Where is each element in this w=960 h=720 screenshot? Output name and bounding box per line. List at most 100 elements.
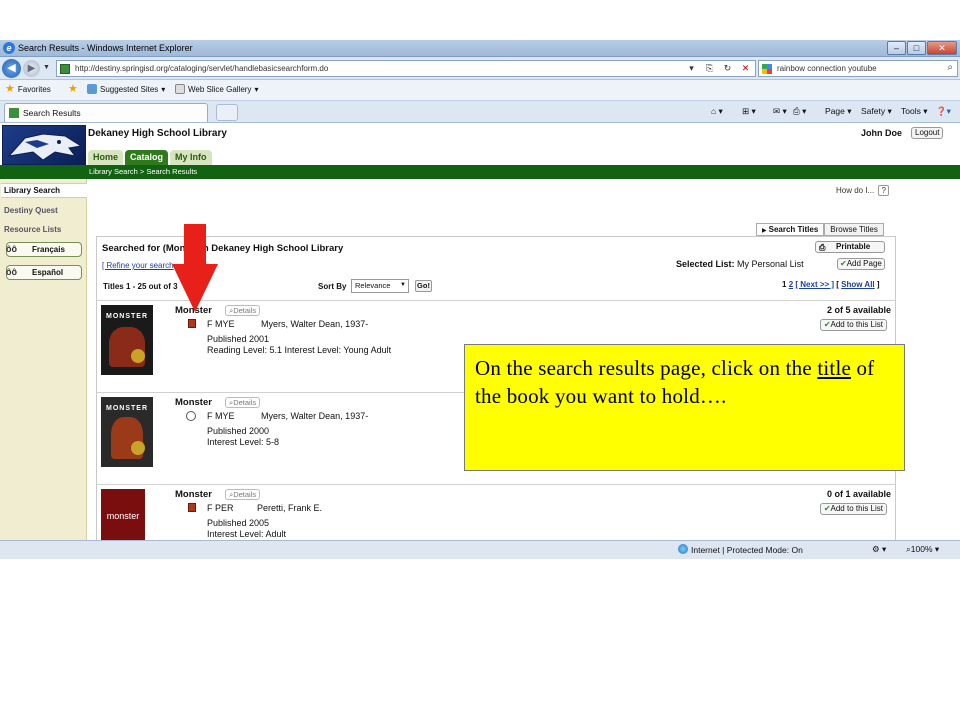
forward-button[interactable]: ▶ [23,60,40,77]
language-francais-button[interactable]: ôô Français [6,242,82,257]
safety-menu[interactable]: Safety ▾ [861,106,892,117]
tools-menu[interactable]: Tools ▾ [901,106,927,117]
availability: 2 of 5 available [826,305,891,315]
back-button[interactable]: ◀ [2,59,21,78]
school-logo [2,125,86,165]
refine-search-link[interactable]: [ Refine your search [102,261,174,270]
new-tab-button[interactable] [216,104,238,121]
help-icon[interactable]: ? [878,185,890,196]
minimize-icon[interactable]: – [887,41,906,55]
maximize-icon[interactable]: □ [907,41,926,55]
protected-mode-icon[interactable]: ⚙ ▾ [872,544,886,555]
sort-by-select[interactable]: Relevance [351,279,409,293]
add-to-list-button[interactable]: ✔Add to this List [819,319,887,331]
show-all-link[interactable]: Show All [841,280,874,289]
selected-list: Selected List: My Personal List [676,259,804,269]
sidebar-item-library-search[interactable]: Library Search [1,183,87,198]
add-favorite-icon: ★ [68,83,78,95]
user-name: John Doe [861,128,903,138]
address-bar[interactable]: http://destiny.springisd.org/cataloging/… [56,60,756,77]
reading-level: Reading Level: 5.1 Interest Level: Young… [207,345,392,355]
glasses-icon: ôô [6,244,17,254]
tab-search-titles[interactable]: Search Titles [756,223,825,236]
add-to-list-button[interactable]: ✔Add to this List [819,503,887,515]
tab-search-results[interactable]: Search Results [4,103,208,122]
book-format-icon [188,319,196,328]
address-dropdown-icon[interactable]: ▾ [684,62,699,75]
favorites-button[interactable]: ★ Favorites [5,84,51,95]
checkmark-icon: ✔ [840,259,847,268]
suggested-sites-link[interactable]: Suggested Sites ▾ [87,84,165,94]
next-page-link[interactable]: [ Next >> ] [795,280,834,289]
history-dropdown-icon[interactable]: ▼ [43,64,50,71]
details-button[interactable]: ⌕Details [225,397,261,408]
window-title-bar: e Search Results - Windows Internet Expl… [0,40,960,57]
search-view-tabs: Search Titles Browse Titles [756,223,884,236]
address-toolbar: ◀ ▶ ▼ http://destiny.springisd.org/catal… [0,57,960,80]
details-button[interactable]: ⌕Details [225,305,261,316]
search-box[interactable]: rainbow connection youtube ⌕ [758,60,958,77]
add-favorite-button[interactable]: ★ [68,83,78,95]
sidebar-item-resource-lists[interactable]: Resource Lists [4,225,61,234]
globe-icon [678,544,688,554]
print-icon[interactable]: ⎙ ▾ [793,106,806,117]
compatibility-view-icon[interactable]: ⎘ [702,62,717,75]
checkmark-icon: ✔ [823,320,831,329]
favorites-bar: ★ Favorites ★ Suggested Sites ▾ Web Slic… [0,80,960,101]
panther-logo-icon [7,133,83,161]
zoom-level[interactable]: ⌕100% ▾ [906,544,939,555]
help-icon[interactable]: ❓▾ [936,106,951,117]
author: Myers, Walter Dean, 1937- [261,411,369,421]
feeds-icon[interactable]: ⊞ ▾ [742,106,756,117]
glasses-icon: ôô [6,267,17,277]
sidebar: Library Search Destiny Quest Resource Li… [0,179,87,540]
language-espanol-button[interactable]: ôô Español [6,265,82,280]
stop-icon[interactable]: ✕ [738,62,753,75]
logout-button[interactable]: Logout [911,127,944,139]
refresh-icon[interactable]: ↻ [720,62,735,75]
tab-home[interactable]: Home [88,150,124,165]
searched-for-heading: Searched for (Moner) in Dekaney High Sch… [102,243,344,254]
sort-by-label: Sort By [318,282,347,291]
home-icon[interactable]: ⌂ ▾ [711,106,723,117]
book-cover[interactable]: MONSTER [101,305,153,375]
result-title-link[interactable]: Monster [175,489,212,500]
tab-my-info[interactable]: My Info [170,150,212,165]
call-number: F PER [207,503,234,513]
book-format-icon [188,503,196,512]
result-row: monster Monster ⌕Details F PER Peretti, … [97,484,895,540]
published-year: Published 2000 [207,426,270,436]
security-zone[interactable]: Internet | Protected Mode: On [678,544,803,555]
how-do-i-help[interactable]: How do I...? [836,185,890,196]
search-query[interactable]: rainbow connection youtube [777,64,877,73]
web-slice-icon [175,84,185,94]
school-name: Dekaney High School Library [88,128,227,139]
call-number: F MYE [207,411,235,421]
window-controls: – □ ✕ [887,41,957,55]
mail-icon[interactable]: ✉ ▾ [773,106,787,117]
page-menu[interactable]: Page ▾ [825,106,852,117]
result-title-link[interactable]: Monster [175,397,212,408]
book-cover[interactable]: monster [101,489,145,540]
call-number: F MYE [207,319,235,329]
availability: 0 of 1 available [826,489,891,499]
printable-button[interactable]: ⎙ Printable [815,241,885,253]
page-2-link[interactable]: 2 [789,280,793,289]
audio-cd-format-icon [186,411,196,421]
go-button[interactable]: Go! [415,280,432,292]
close-icon[interactable]: ✕ [927,41,957,55]
titles-count: Titles 1 - 25 out of 3 [103,282,178,291]
book-cover[interactable]: MONSTER [101,397,153,467]
pagination: 1 2 [ Next >> ] [ Show All ] [782,280,880,289]
add-page-button[interactable]: ✔Add Page [837,258,885,270]
sidebar-item-destiny-quest[interactable]: Destiny Quest [4,206,58,215]
details-button[interactable]: ⌕Details [225,489,261,500]
address-url[interactable]: http://destiny.springisd.org/cataloging/… [75,64,328,73]
tab-browse-titles[interactable]: Browse Titles [824,223,884,236]
search-icon[interactable]: ⌕ [947,62,953,73]
status-bar: Internet | Protected Mode: On ⚙ ▾ ⌕100% … [0,540,960,559]
web-slice-gallery-link[interactable]: Web Slice Gallery ▾ [175,84,258,94]
tab-catalog[interactable]: Catalog [125,150,169,165]
breadcrumb[interactable]: Library Search > Search Results [89,167,197,176]
author: Myers, Walter Dean, 1937- [261,319,369,329]
